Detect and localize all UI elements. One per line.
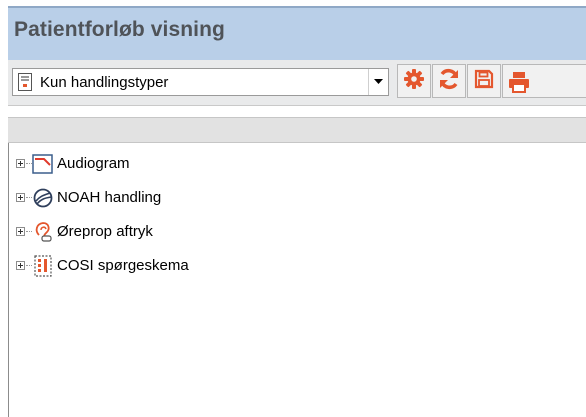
document-list-icon	[18, 73, 32, 91]
refresh-button[interactable]	[432, 64, 466, 98]
questionnaire-icon	[32, 255, 54, 277]
gear-icon	[403, 68, 425, 95]
expand-toggle[interactable]	[16, 227, 25, 236]
chevron-down-icon	[374, 79, 383, 84]
audiogram-icon	[32, 153, 54, 175]
expand-toggle[interactable]	[16, 193, 25, 202]
tree-item-label: COSI spørgeskema	[57, 257, 189, 274]
filter-select-value: Kun handlingstyper	[40, 74, 169, 91]
tree-column-header	[8, 117, 586, 143]
ear-icon	[32, 221, 54, 243]
panel-header: Patientforløb visning	[8, 6, 586, 60]
tree-item-cosi-spoergeskema[interactable]: COSI spørgeskema	[9, 255, 579, 277]
tree-view: Audiogram NOAH handling Øreprop aftryk C…	[8, 143, 586, 417]
expand-toggle[interactable]	[16, 159, 25, 168]
dropdown-arrow-button[interactable]	[368, 69, 388, 95]
settings-button[interactable]	[397, 64, 431, 98]
print-button[interactable]	[502, 64, 586, 98]
tree-item-label: Audiogram	[57, 155, 130, 172]
save-button[interactable]	[467, 64, 501, 98]
toolbar: Kun handlingstyper	[8, 60, 586, 106]
tree-item-noah-handling[interactable]: NOAH handling	[9, 187, 579, 209]
tree-item-label: NOAH handling	[57, 189, 162, 206]
refresh-icon	[437, 67, 461, 96]
printer-icon	[508, 71, 530, 98]
tree-item-oereprop-aftryk[interactable]: Øreprop aftryk	[9, 221, 579, 243]
panel-title: Patientforløb visning	[14, 18, 225, 41]
noah-icon	[32, 187, 54, 209]
tree-item-label: Øreprop aftryk	[57, 223, 153, 240]
tree-item-audiogram[interactable]: Audiogram	[9, 153, 579, 175]
floppy-disk-icon	[474, 69, 494, 94]
filter-select[interactable]: Kun handlingstyper	[12, 68, 389, 96]
expand-toggle[interactable]	[16, 261, 25, 270]
